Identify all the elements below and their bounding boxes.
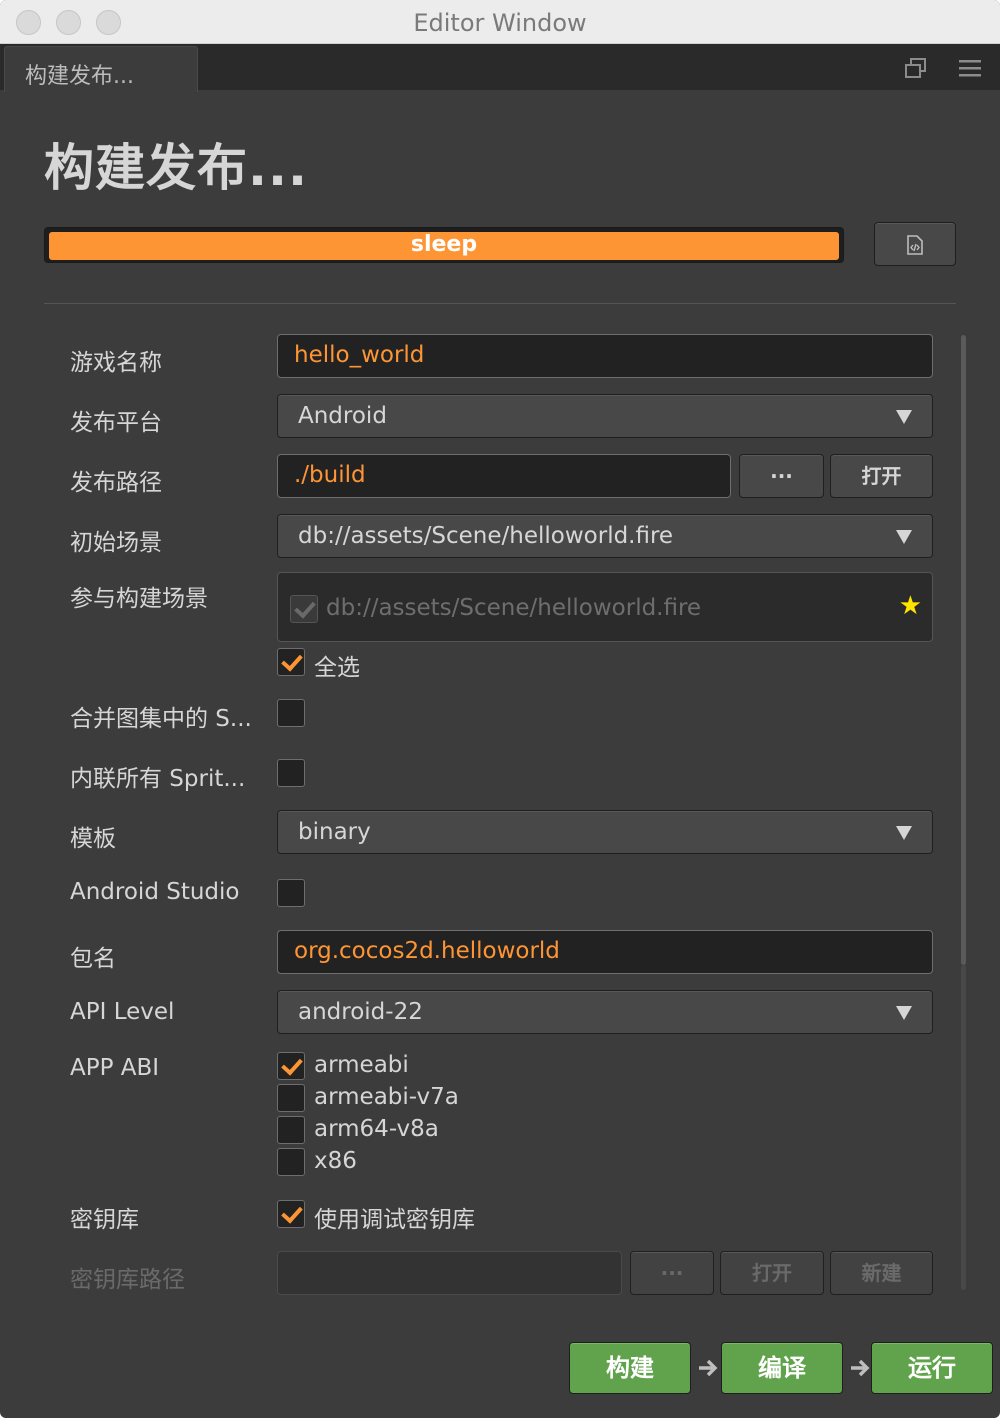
abi-x86-label: x86 xyxy=(314,1148,357,1174)
build-path-input[interactable]: ./build xyxy=(277,454,731,498)
keystore-label: 密钥库 xyxy=(70,1207,139,1233)
platform-select[interactable]: Android xyxy=(277,394,933,438)
inline-spriteframes-checkbox[interactable] xyxy=(277,759,305,787)
page-title: 构建发布... xyxy=(44,139,308,197)
platform-value: Android xyxy=(298,403,387,429)
title-bar: Editor Window xyxy=(0,0,1000,44)
abi-arm64-v8a-label: arm64-v8a xyxy=(314,1116,439,1142)
json-file-icon xyxy=(907,235,923,255)
scene-checkbox xyxy=(290,595,318,623)
debug-keystore-label: 使用调试密钥库 xyxy=(314,1207,475,1233)
keystore-path-input[interactable] xyxy=(277,1251,622,1295)
compile-button[interactable]: 编译 xyxy=(721,1342,843,1394)
start-scene-label: 初始场景 xyxy=(70,530,162,556)
editor-window: Editor Window 构建发布... 构建发布... sleep 游戏名称… xyxy=(0,0,1000,1418)
build-path-browse-button[interactable]: ··· xyxy=(739,454,824,498)
start-scene-select[interactable]: db://assets/Scene/helloworld.fire xyxy=(277,514,933,558)
abi-armeabi-v7a-checkbox[interactable] xyxy=(277,1084,305,1112)
chevron-down-icon xyxy=(896,410,912,424)
hamburger-menu-icon[interactable] xyxy=(958,57,982,79)
build-path-label: 发布路径 xyxy=(70,470,162,496)
template-select[interactable]: binary xyxy=(277,810,933,854)
star-icon: ★ xyxy=(898,591,922,621)
inline-spriteframes-label: 内联所有 Sprit... xyxy=(70,766,246,792)
abi-arm64-v8a-checkbox[interactable] xyxy=(277,1116,305,1144)
chevron-down-icon xyxy=(896,826,912,840)
package-name-label: 包名 xyxy=(70,946,116,972)
select-all-checkbox[interactable] xyxy=(277,648,305,676)
scrollbar-track[interactable] xyxy=(961,965,966,1290)
package-name-input[interactable]: org.cocos2d.helloworld xyxy=(277,930,933,974)
scene-list: db://assets/Scene/helloworld.fire ★ xyxy=(277,572,933,642)
panel-tab-bar: 构建发布... xyxy=(0,44,1000,92)
android-studio-checkbox[interactable] xyxy=(277,879,305,907)
abi-armeabi-v7a-label: armeabi-v7a xyxy=(314,1084,459,1110)
chevron-down-icon xyxy=(896,530,912,544)
merge-spriteframes-label: 合并图集中的 S... xyxy=(70,706,252,732)
abi-armeabi-label: armeabi xyxy=(314,1052,409,1078)
window-title: Editor Window xyxy=(413,9,587,37)
abi-x86-checkbox[interactable] xyxy=(277,1148,305,1176)
game-name-label: 游戏名称 xyxy=(70,350,162,376)
select-all-label: 全选 xyxy=(314,655,360,681)
keystore-path-label: 密钥库路径 xyxy=(70,1267,185,1293)
run-button[interactable]: 运行 xyxy=(871,1342,993,1394)
build-button[interactable]: 构建 xyxy=(569,1342,691,1394)
merge-spriteframes-checkbox[interactable] xyxy=(277,699,305,727)
keystore-new-button[interactable]: 新建 xyxy=(830,1251,933,1295)
included-scenes-label: 参与构建场景 xyxy=(70,586,208,612)
tab-build-publish[interactable]: 构建发布... xyxy=(4,46,198,92)
app-abi-label: APP ABI xyxy=(70,1055,160,1081)
divider xyxy=(44,303,956,304)
android-studio-label: Android Studio xyxy=(70,879,240,905)
right-arrow-icon xyxy=(699,1359,718,1377)
keystore-path-browse-button[interactable]: ··· xyxy=(630,1251,714,1295)
abi-armeabi-checkbox[interactable] xyxy=(277,1052,305,1080)
scrollbar-thumb[interactable] xyxy=(961,335,966,965)
debug-keystore-checkbox[interactable] xyxy=(277,1200,305,1228)
api-level-label: API Level xyxy=(70,999,175,1025)
right-arrow-icon xyxy=(851,1359,870,1377)
build-progress-bar: sleep xyxy=(44,227,844,263)
scene-list-item: db://assets/Scene/helloworld.fire xyxy=(326,595,702,621)
api-level-select[interactable]: android-22 xyxy=(277,990,933,1034)
tab-label: 构建发布... xyxy=(25,64,134,89)
keystore-path-open-button[interactable]: 打开 xyxy=(720,1251,824,1295)
game-name-input[interactable]: hello_world xyxy=(277,334,933,378)
open-build-json-button[interactable] xyxy=(874,222,956,266)
chevron-down-icon xyxy=(896,1006,912,1020)
start-scene-value: db://assets/Scene/helloworld.fire xyxy=(298,523,674,549)
progress-status: sleep xyxy=(410,232,478,257)
api-level-value: android-22 xyxy=(298,999,423,1025)
platform-label: 发布平台 xyxy=(70,410,162,436)
restore-window-icon[interactable] xyxy=(904,57,928,79)
template-label: 模板 xyxy=(70,826,116,852)
build-path-open-button[interactable]: 打开 xyxy=(830,454,933,498)
template-value: binary xyxy=(298,819,371,845)
